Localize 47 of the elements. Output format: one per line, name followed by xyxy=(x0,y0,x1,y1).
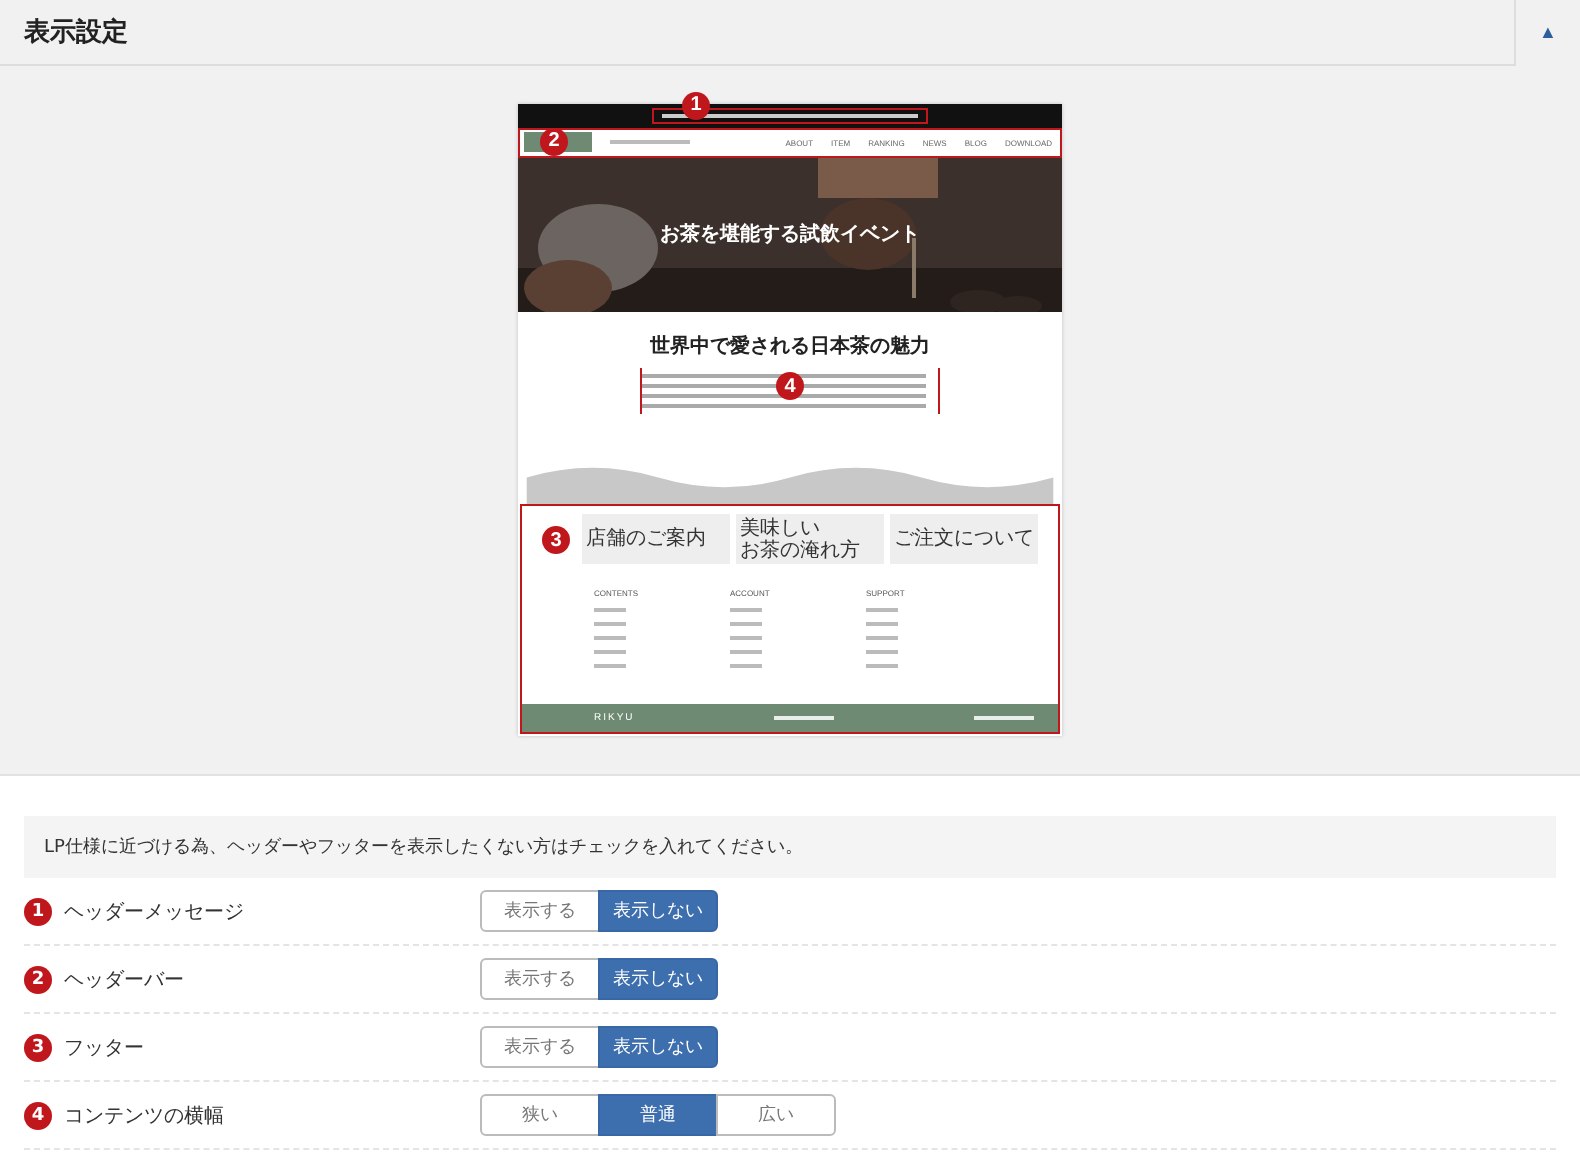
option-button[interactable]: 広い xyxy=(716,1094,836,1136)
option-button[interactable]: 狭い xyxy=(480,1094,600,1136)
link-line xyxy=(730,650,762,654)
footer-tagline-line xyxy=(774,716,835,720)
number-badge: 1 xyxy=(24,897,52,925)
setting-label: コンテンツの横幅 xyxy=(64,1103,224,1129)
link-line xyxy=(594,622,626,626)
link-line xyxy=(866,622,898,626)
section-title: 世界中で愛される日本茶の魅力 xyxy=(650,333,930,361)
link-line xyxy=(730,608,762,612)
panel-title: 表示設定 xyxy=(22,15,128,50)
link-line xyxy=(866,650,898,654)
option-button[interactable]: 表示する xyxy=(480,1026,600,1068)
number-badge: 4 xyxy=(24,1101,52,1129)
option-button[interactable]: 普通 xyxy=(598,1094,718,1136)
collapse-button[interactable]: ▲ xyxy=(1514,0,1580,65)
link-line xyxy=(594,608,626,612)
link-line xyxy=(730,664,762,668)
marker-badge: 3 xyxy=(542,526,570,554)
card-label: ご注文について xyxy=(894,528,1034,550)
social-icons-line xyxy=(974,716,1034,720)
option-button[interactable]: 表示しない xyxy=(598,890,718,932)
number-badge: 2 xyxy=(24,965,52,993)
option-button[interactable]: 表示する xyxy=(480,958,600,1000)
option-button[interactable]: 表示しない xyxy=(598,958,718,1000)
option-button[interactable]: 表示しない xyxy=(598,1026,718,1068)
link-line xyxy=(594,636,626,640)
link-line xyxy=(594,650,626,654)
setting-label: フッター xyxy=(64,1035,144,1061)
card-label: 美味しい xyxy=(740,517,822,539)
hero-title: お茶を堪能する試飲イベント xyxy=(660,221,920,249)
card-label: 店舗のご案内 xyxy=(586,528,708,550)
notice-text: LP仕様に近づける為、ヘッダーやフッターを表示したくない方はチェックを入れてください。 xyxy=(24,816,1556,878)
card-label: お茶の淹れ方 xyxy=(740,539,862,561)
tagline-line xyxy=(610,140,690,145)
option-button[interactable]: 表示する xyxy=(480,890,600,932)
link-line xyxy=(730,636,762,640)
link-line xyxy=(866,636,898,640)
link-line xyxy=(866,608,898,612)
setting-label: ヘッダーバー xyxy=(64,967,184,993)
link-line xyxy=(594,664,626,668)
number-badge: 3 xyxy=(24,1033,52,1061)
setting-label: ヘッダーメッセージ xyxy=(64,899,244,925)
marker-badge: 1 xyxy=(682,91,710,120)
link-line xyxy=(730,622,762,626)
marker-badge: 4 xyxy=(776,372,804,401)
link-line xyxy=(866,664,898,668)
